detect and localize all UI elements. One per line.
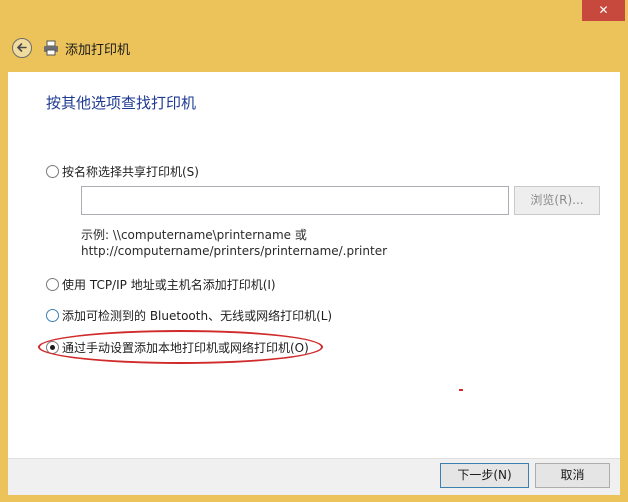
radio-bluetooth-wireless[interactable] [46, 309, 59, 322]
back-arrow-icon[interactable] [12, 38, 32, 58]
radio-tcpip[interactable] [46, 278, 59, 291]
shared-printer-input[interactable] [81, 186, 509, 215]
radio-shared-printer[interactable] [46, 165, 59, 178]
example-line-2: http://computername/printers/printername… [81, 244, 388, 258]
title-bar: ✕ 添加打印机 [0, 0, 628, 72]
browse-button[interactable]: 浏览(R)... [514, 186, 600, 215]
annotation-mark [459, 389, 463, 391]
page-heading: 按其他选项查找打印机 [46, 94, 197, 112]
next-button[interactable]: 下一步(N) [440, 463, 529, 488]
option-tcpip-label[interactable]: 使用 TCP/IP 地址或主机名添加打印机(I) [62, 276, 276, 293]
wizard-footer: 下一步(N) 取消 [8, 458, 620, 495]
example-line-1: 示例: \\computername\printername 或 [81, 228, 307, 242]
wizard-content: 按其他选项查找打印机 按名称选择共享打印机(S) 浏览(R)... 示例: \\… [8, 72, 620, 458]
close-button[interactable]: ✕ [582, 0, 625, 21]
option-bluetooth-wireless-label[interactable]: 添加可检测到的 Bluetooth、无线或网络打印机(L) [62, 307, 332, 324]
annotation-ellipse [38, 330, 323, 364]
cancel-button[interactable]: 取消 [535, 463, 610, 488]
printer-icon [43, 40, 59, 56]
option-shared-printer-label[interactable]: 按名称选择共享打印机(S) [62, 163, 199, 180]
window-title: 添加打印机 [65, 43, 131, 58]
